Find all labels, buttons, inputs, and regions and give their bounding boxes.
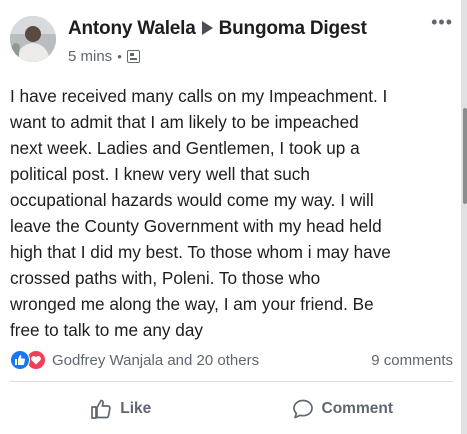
author-name[interactable]: Antony Walela [68,18,196,39]
like-reaction-icon [10,350,30,370]
thumbs-up-icon [91,399,112,419]
post-meta: 5 mins • [68,48,140,65]
comment-button[interactable]: Comment [232,392,454,426]
comments-count[interactable]: 9 comments [371,352,453,369]
reactors-summary[interactable]: Godfrey Wanjala and 20 others [52,352,259,369]
post-header: Antony Walela Bungoma Digest 5 mins • ••• [10,10,457,68]
post-actions: Like Comment [10,392,453,426]
avatar[interactable] [10,16,56,62]
group-name[interactable]: Bungoma Digest [219,18,367,39]
comment-icon [292,399,313,419]
post-text: I have received many calls on my Impeach… [10,86,391,340]
scrollbar-track[interactable] [461,0,467,434]
divider [10,381,453,382]
like-label: Like [120,400,152,417]
group-audience-icon [126,50,140,63]
meta-separator: • [117,49,122,64]
more-options-icon[interactable]: ••• [431,13,453,31]
reaction-icons[interactable] [10,350,46,370]
scrollbar-thumb[interactable] [463,108,467,204]
comment-label: Comment [321,400,393,417]
avatar-photo [10,16,56,62]
like-button[interactable]: Like [10,392,232,426]
post-time[interactable]: 5 mins [68,48,112,65]
reactions-bar: Godfrey Wanjala and 20 others 9 comments [10,348,453,372]
author-line: Antony Walela Bungoma Digest [68,18,367,40]
arrow-right-icon [201,21,213,35]
